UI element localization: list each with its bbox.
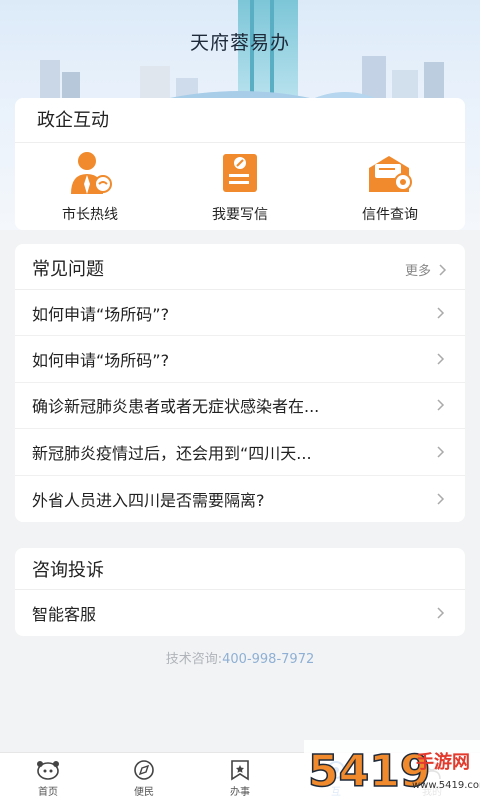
faq-more-label: 更多	[404, 264, 431, 279]
consult-header: 咨询投诉	[15, 548, 465, 590]
tech-support-phone[interactable]: 400-998-7972	[222, 652, 314, 667]
faq-item[interactable]: 如何申请“场所码”?	[15, 336, 465, 383]
chevron-right-icon	[437, 446, 445, 458]
write-letter-icon	[223, 154, 257, 192]
tab-convenience[interactable]: 便民	[96, 753, 192, 800]
gov-interaction-title: 政企互动	[37, 110, 109, 131]
smart-service-item[interactable]: 智能客服	[15, 590, 465, 636]
mayor-hotline-label: 市长热线	[62, 207, 118, 223]
chevron-right-icon	[439, 263, 447, 276]
faq-list: 如何申请“场所码”? 如何申请“场所码”? 确诊新冠肺炎患者或者无症状感染者在.…	[15, 290, 465, 522]
chevron-right-icon	[437, 307, 445, 319]
watermark-brand: 手游网	[416, 751, 470, 773]
faq-item-text: 外省人员进入四川是否需要隔离?	[32, 490, 265, 510]
chevron-right-icon	[437, 493, 445, 505]
faq-more-link[interactable]: 更多	[405, 260, 447, 279]
chevron-right-icon	[437, 399, 445, 411]
app-title: 天府蓉易办	[189, 32, 290, 54]
letter-query-button[interactable]: 信件查询	[315, 150, 465, 224]
chevron-right-icon	[437, 353, 445, 365]
faq-item-text: 确诊新冠肺炎患者或者无症状感染者在...	[32, 397, 320, 417]
tab-convenience-label: 便民	[134, 787, 154, 798]
tab-services-label: 办事	[230, 787, 250, 798]
faq-item[interactable]: 如何申请“场所码”?	[15, 290, 465, 337]
watermark-logo: 5419 手游网 www.5419.com	[304, 740, 480, 800]
chevron-right-icon	[437, 607, 445, 619]
mayor-hotline-button[interactable]: 市长热线	[15, 150, 165, 224]
consult-title: 咨询投诉	[32, 560, 104, 581]
letter-query-label: 信件查询	[362, 207, 418, 223]
faq-header: 常见问题 更多	[15, 244, 465, 290]
tab-services[interactable]: 办事	[192, 753, 288, 800]
faq-title: 常见问题	[32, 259, 104, 280]
tab-home[interactable]: 首页	[0, 753, 96, 800]
faq-item[interactable]: 新冠肺炎疫情过后，还会用到“四川天...	[15, 429, 465, 476]
write-letter-label: 我要写信	[212, 207, 268, 223]
gov-interaction-card: 政企互动 市长热线 我要写信 信件查询	[15, 98, 465, 230]
tech-support-line: 技术咨询:400-998-7972	[0, 648, 480, 667]
tab-home-label: 首页	[38, 787, 58, 798]
smart-service-label: 智能客服	[32, 605, 97, 624]
tech-support-label: 技术咨询:	[165, 652, 223, 667]
divider	[15, 142, 465, 143]
consult-card: 咨询投诉 智能客服	[15, 548, 465, 636]
faq-item-text: 新冠肺炎疫情过后，还会用到“四川天...	[32, 443, 312, 463]
bookmark-star-icon	[231, 760, 249, 781]
compass-icon	[134, 760, 154, 780]
faq-item-text: 如何申请“场所码”?	[32, 304, 170, 324]
faq-item[interactable]: 确诊新冠肺炎患者或者无症状感染者在...	[15, 383, 465, 430]
home-icon	[37, 761, 59, 780]
watermark-url: www.5419.com	[412, 780, 480, 791]
faq-item-text: 如何申请“场所码”?	[32, 351, 170, 371]
letter-query-icon	[369, 156, 412, 192]
write-letter-button[interactable]: 我要写信	[165, 150, 315, 224]
mayor-hotline-icon	[71, 152, 112, 194]
faq-card: 常见问题 更多 如何申请“场所码”? 如何申请“场所码”? 确诊新冠肺炎患者或者…	[15, 244, 465, 522]
faq-item[interactable]: 外省人员进入四川是否需要隔离?	[15, 476, 465, 522]
